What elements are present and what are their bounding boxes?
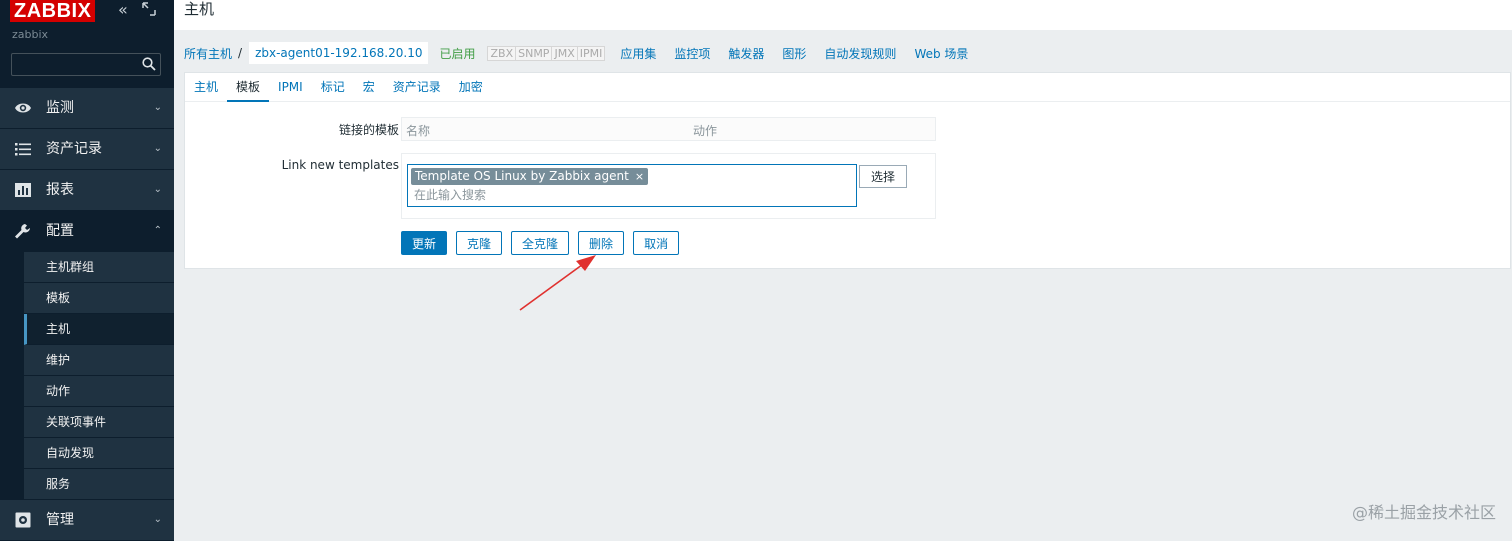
link-new-templates-label: Link new templates: [281, 158, 399, 172]
clone-button[interactable]: 克隆: [456, 231, 503, 255]
template-multiselect[interactable]: Template OS Linux by Zabbix agent ×: [407, 164, 857, 207]
submenu-item-actions[interactable]: 动作: [24, 376, 174, 407]
watermark: @稀土掘金技术社区: [1351, 503, 1496, 522]
menu-label: 报表: [46, 182, 74, 198]
menu-item-monitoring[interactable]: 监测 ⌄: [0, 88, 174, 129]
template-search-input[interactable]: [414, 187, 844, 203]
linked-templates-table: 名称 动作: [401, 117, 936, 141]
linked-templates-label: 链接的模板: [338, 123, 399, 137]
availability-zbx: ZBX: [487, 45, 517, 61]
tab-encryption[interactable]: 加密: [450, 73, 492, 101]
config-submenu: 主机群组 模板 主机 维护 动作 关联项事件 自动发现 服务: [0, 252, 174, 500]
host-nav-bar: 所有主机 / zbx-agent01-192.168.20.10 已启用 ZBX…: [184, 40, 1512, 66]
bar-chart-icon: [15, 183, 31, 197]
sidebar: ZABBIX « zabbix 监测 ⌄ 资产记录 ⌄ 报表 ⌄ 配置 ⌃ 主机…: [0, 0, 174, 541]
menu-label: 配置: [46, 223, 74, 239]
host-status-enabled[interactable]: 已启用: [439, 45, 475, 62]
availability-snmp: SNMP: [515, 45, 553, 61]
link-discovery-rules[interactable]: 自动发现规则: [824, 45, 896, 62]
link-triggers[interactable]: 触发器: [728, 45, 764, 62]
availability-jmx: JMX: [551, 45, 578, 61]
link-graphs[interactable]: 图形: [782, 45, 806, 62]
availability-ipmi: IPMI: [576, 45, 606, 61]
tab-macros[interactable]: 宏: [354, 73, 384, 101]
submenu-item-maintenance[interactable]: 维护: [24, 345, 174, 376]
wrench-icon: [15, 224, 30, 239]
page-title: 主机: [184, 0, 215, 18]
menu-item-inventory[interactable]: 资产记录 ⌄: [0, 129, 174, 170]
server-name: zabbix: [12, 28, 49, 41]
submenu-item-templates[interactable]: 模板: [24, 283, 174, 314]
chevron-down-icon: ⌄: [153, 514, 162, 525]
menu-label: 管理: [46, 512, 74, 528]
gear-icon: [15, 512, 31, 528]
column-header-action: 动作: [693, 124, 718, 138]
selected-template-chip: Template OS Linux by Zabbix agent ×: [411, 168, 649, 185]
menu-item-administration[interactable]: 管理 ⌄: [0, 500, 174, 541]
main-menu: 监测 ⌄ 资产记录 ⌄ 报表 ⌄ 配置 ⌃ 主机群组 模板 主机 维护 动作 关…: [0, 88, 174, 541]
submenu-item-event-correlation[interactable]: 关联项事件: [24, 407, 174, 438]
chevron-down-icon: ⌄: [153, 143, 162, 154]
logo-row: ZABBIX «: [0, 0, 174, 24]
tab-templates[interactable]: 模板: [227, 73, 270, 102]
search-icon[interactable]: [142, 57, 156, 71]
annotation-arrow-icon: [519, 255, 596, 311]
list-icon: [15, 143, 31, 156]
submenu-item-discovery[interactable]: 自动发现: [24, 438, 174, 469]
breadcrumb-all-hosts[interactable]: 所有主机: [184, 45, 232, 62]
host-form-panel: 主机 模板 IPMI 标记 宏 资产记录 加密 链接的模板 名称 动作 Link…: [184, 72, 1511, 269]
eye-icon: [15, 103, 31, 113]
submenu-item-hosts[interactable]: 主机: [24, 314, 174, 345]
tab-tags[interactable]: 标记: [312, 73, 354, 101]
main-content: 主机 所有主机 / zbx-agent01-192.168.20.10 已启用 …: [174, 0, 1512, 541]
submenu-item-host-groups[interactable]: 主机群组: [24, 252, 174, 283]
tab-ipmi[interactable]: IPMI: [269, 73, 312, 101]
menu-label: 资产记录: [46, 141, 102, 157]
link-items[interactable]: 监控项: [674, 45, 710, 62]
chevron-down-icon: ⌄: [153, 102, 162, 113]
tab-host[interactable]: 主机: [185, 73, 227, 101]
update-button[interactable]: 更新: [401, 231, 448, 255]
host-links: 应用集 监控项 触发器 图形 自动发现规则 Web 场景: [620, 45, 968, 62]
link-web-scenarios[interactable]: Web 场景: [914, 45, 968, 62]
column-header-name: 名称: [406, 124, 431, 138]
link-applications[interactable]: 应用集: [620, 45, 656, 62]
menu-item-reports[interactable]: 报表 ⌄: [0, 170, 174, 211]
breadcrumb-separator: /: [238, 46, 243, 60]
header-band: [174, 0, 1512, 30]
selected-template-name: Template OS Linux by Zabbix agent: [415, 169, 629, 183]
chevron-up-icon: ⌃: [153, 225, 162, 236]
menu-label: 监测: [46, 100, 74, 116]
collapse-sidebar-icon[interactable]: «: [118, 2, 128, 18]
tab-inventory[interactable]: 资产记录: [384, 73, 450, 101]
chevron-down-icon: ⌄: [153, 184, 162, 195]
select-template-button[interactable]: 选择: [859, 165, 907, 188]
breadcrumb-current-host[interactable]: zbx-agent01-192.168.20.10: [248, 41, 430, 65]
submenu-item-services[interactable]: 服务: [24, 469, 174, 500]
remove-template-icon[interactable]: ×: [635, 170, 644, 183]
link-new-templates-box: Template OS Linux by Zabbix agent × 选择: [401, 153, 936, 219]
zabbix-logo[interactable]: ZABBIX: [10, 0, 96, 22]
sidebar-search[interactable]: [11, 53, 161, 76]
host-tabs: 主机 模板 IPMI 标记 宏 资产记录 加密: [185, 73, 1510, 102]
menu-item-configuration[interactable]: 配置 ⌃: [0, 211, 174, 252]
cancel-button[interactable]: 取消: [633, 231, 680, 255]
kiosk-mode-icon[interactable]: [142, 2, 156, 16]
sidebar-search-input[interactable]: [12, 54, 148, 75]
